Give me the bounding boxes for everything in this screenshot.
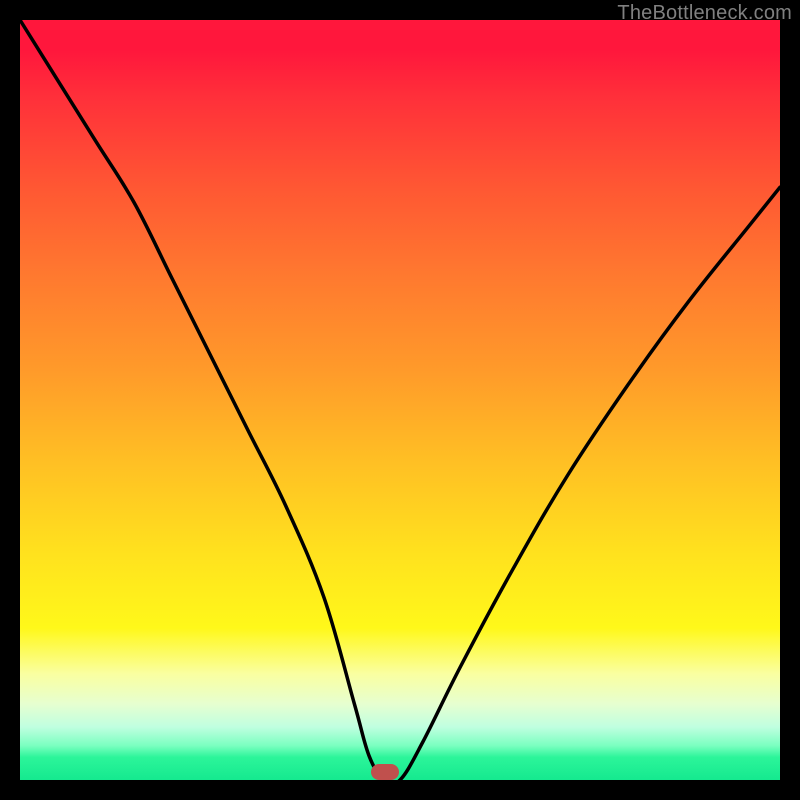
bottleneck-marker bbox=[371, 764, 399, 780]
chart-frame: TheBottleneck.com bbox=[0, 0, 800, 800]
watermark-text: TheBottleneck.com bbox=[617, 2, 792, 25]
plot-area bbox=[20, 20, 780, 780]
bottleneck-curve bbox=[20, 20, 780, 780]
